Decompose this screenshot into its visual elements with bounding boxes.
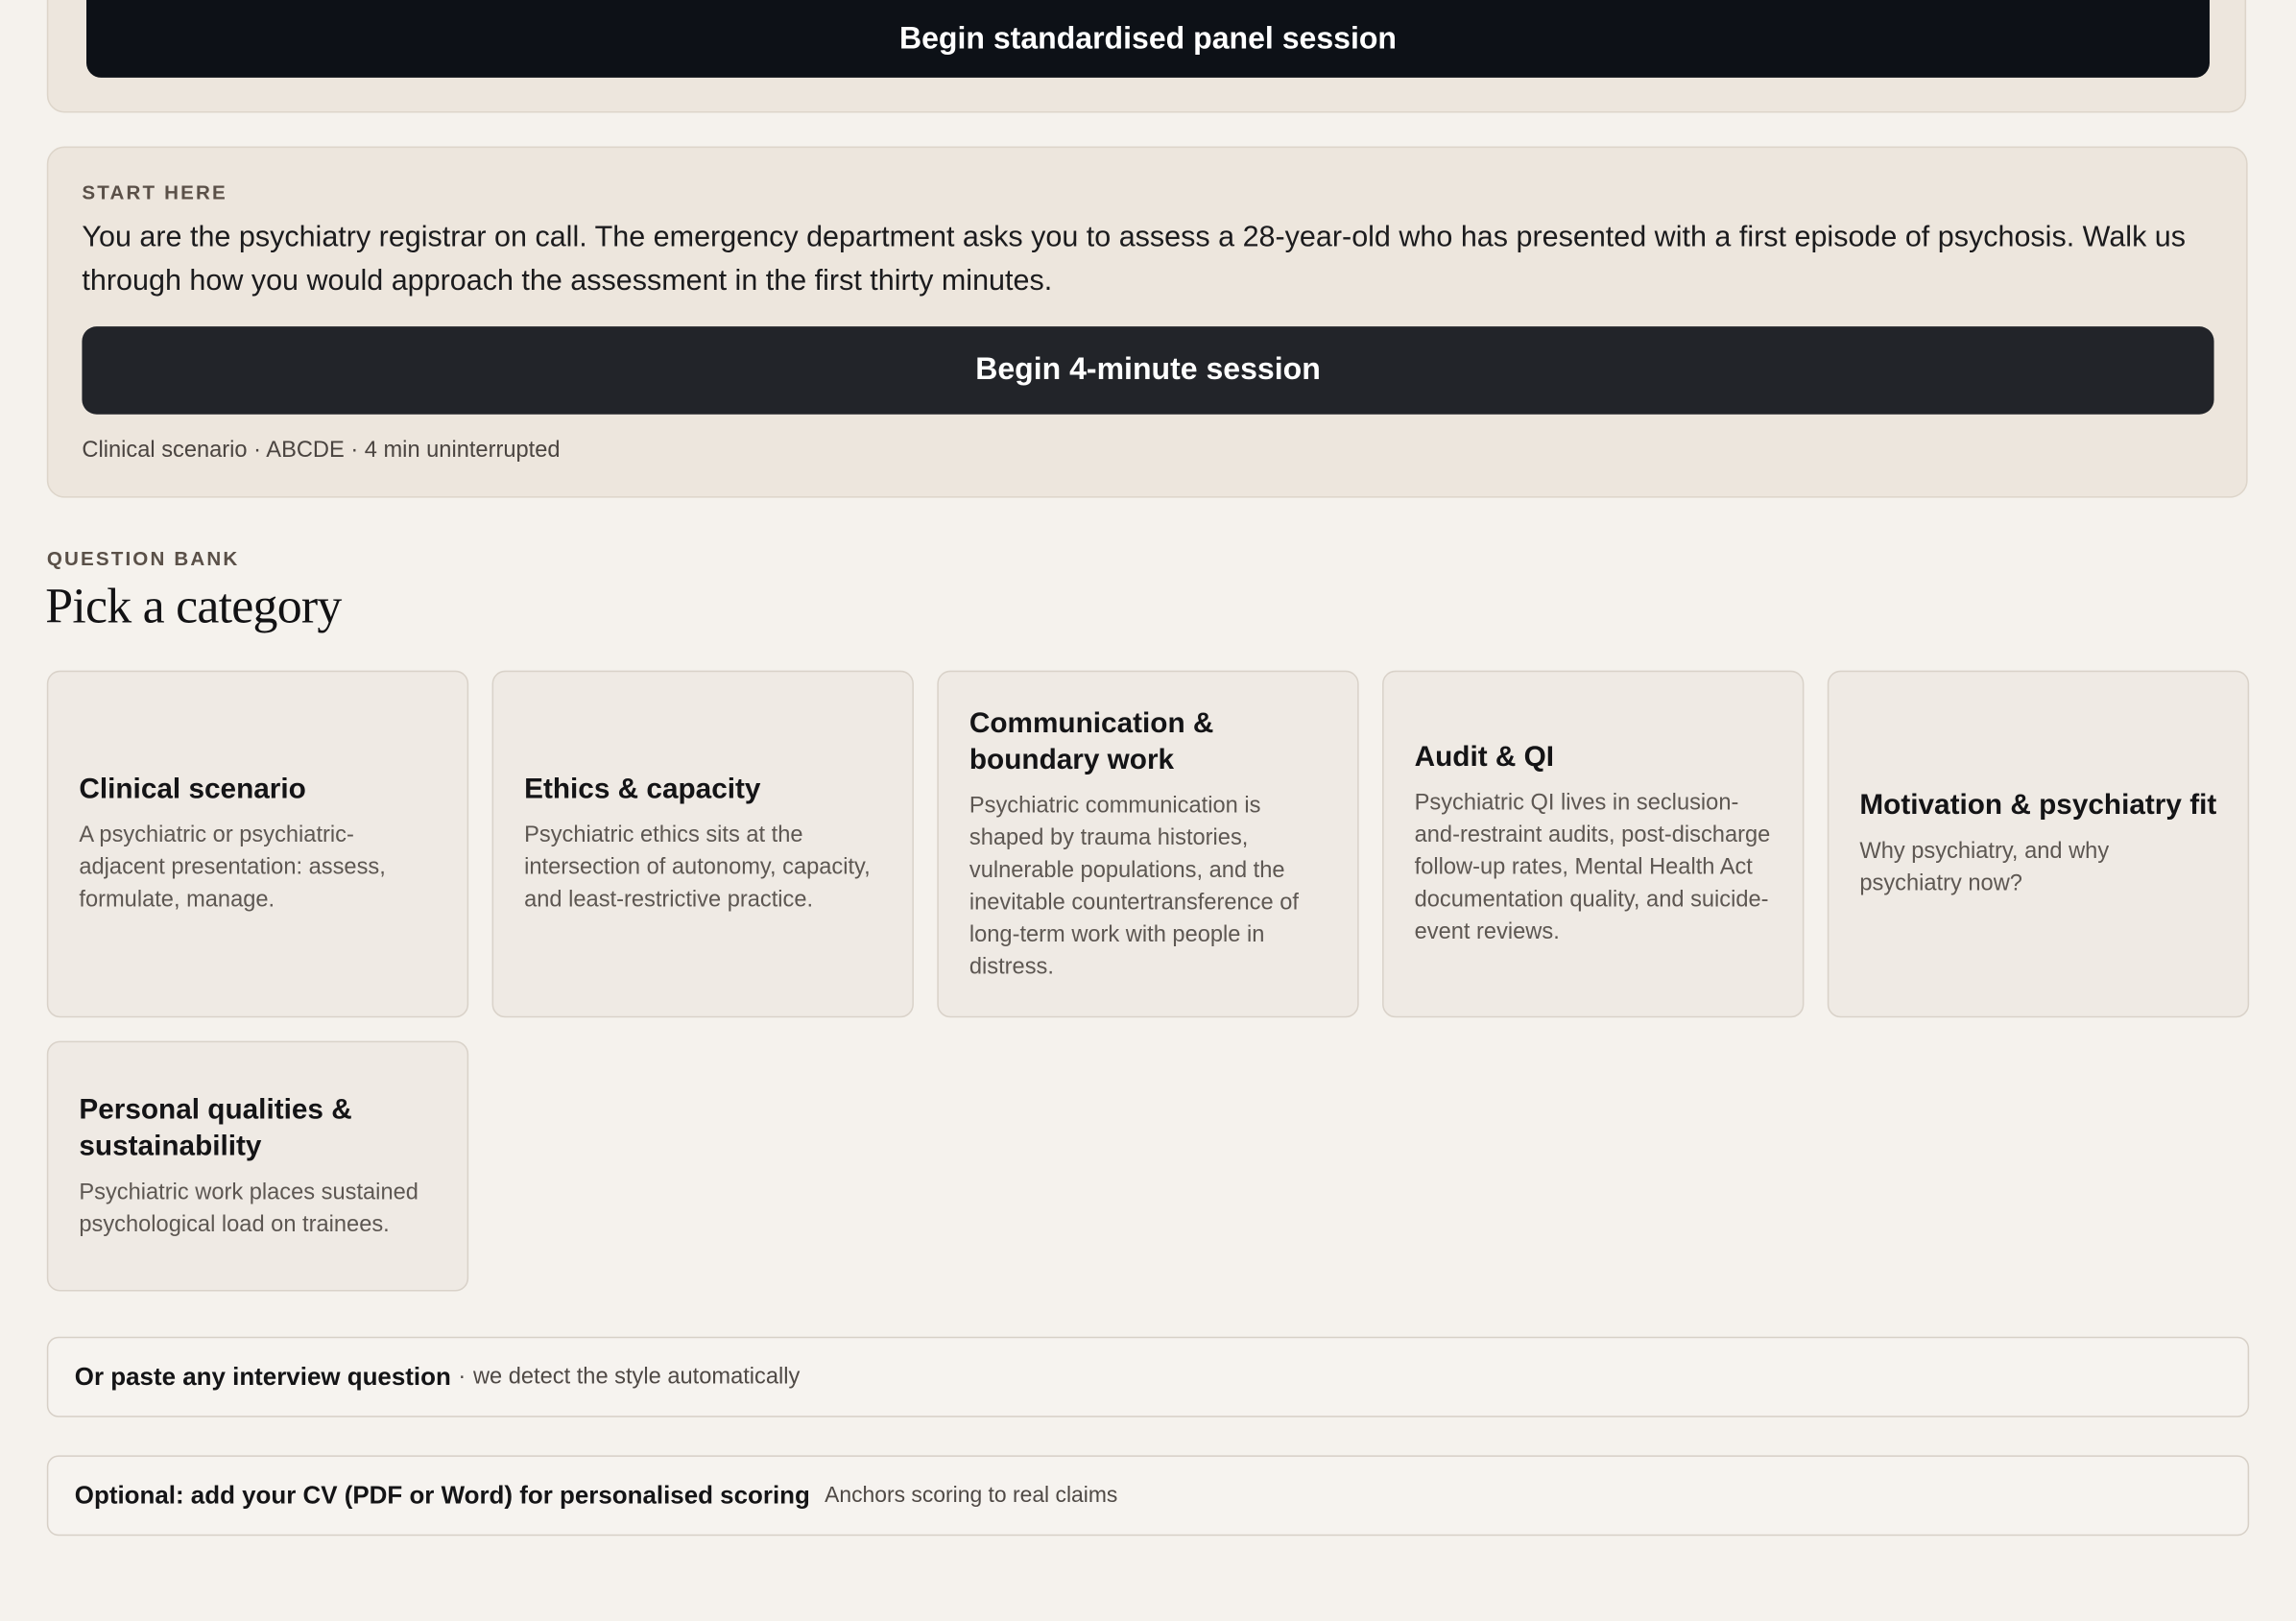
category-card-communication[interactable]: Communication & boundary work Psychiatri…: [937, 670, 1359, 1018]
category-card-ethics-capacity[interactable]: Ethics & capacity Psychiatric ethics sit…: [491, 670, 914, 1018]
category-card-clinical-scenario[interactable]: Clinical scenario A psychiatric or psych…: [46, 670, 469, 1018]
paste-question-hint: we detect the style automatically: [472, 1364, 801, 1389]
category-title: Communication & boundary work: [969, 706, 1214, 775]
category-heading: Pick a category: [45, 580, 342, 634]
cv-upload-hint: Anchors scoring to real claims: [825, 1483, 1118, 1509]
cv-upload-label: Optional: add your CV (PDF or Word) for …: [74, 1481, 810, 1510]
paste-question-label: Or paste any interview question: [74, 1362, 451, 1391]
separator-dot: ·: [458, 1364, 466, 1389]
category-description: A psychiatric or psychiatric-adjacent pr…: [79, 822, 386, 913]
paste-question-row[interactable]: Or paste any interview question · we det…: [46, 1336, 2250, 1418]
cv-upload-row[interactable]: Optional: add your CV (PDF or Word) for …: [46, 1455, 2250, 1537]
category-description: Psychiatric work places sustained psycho…: [79, 1179, 419, 1237]
start-here-label: START HERE: [82, 181, 227, 204]
category-card-personal-qualities[interactable]: Personal qualities & sustainability Psyc…: [46, 1040, 469, 1292]
category-description: Psychiatric QI lives in seclusion-and-re…: [1414, 790, 1771, 944]
session-meta: Clinical scenario · ABCDE · 4 min uninte…: [82, 438, 561, 464]
category-card-audit-qi[interactable]: Audit & QI Psychiatric QI lives in seclu…: [1382, 670, 1805, 1018]
category-description: Psychiatric communication is shaped by t…: [969, 793, 1299, 979]
category-title: Ethics & capacity: [524, 773, 761, 806]
category-title: Motivation & psychiatry fit: [1859, 789, 2217, 822]
scenario-prompt: You are the psychiatry registrar on call…: [82, 221, 2187, 298]
app-viewport: Begin standardised panel session START H…: [0, 0, 2296, 1621]
category-title: Personal qualities & sustainability: [79, 1092, 352, 1162]
category-title: Clinical scenario: [79, 773, 306, 806]
begin-4-minute-session-button[interactable]: Begin 4-minute session: [82, 326, 2214, 415]
category-title: Audit & QI: [1414, 740, 1555, 774]
category-description: Why psychiatry, and why psychiatry now?: [1859, 839, 2110, 896]
category-description: Psychiatric ethics sits at the intersect…: [524, 822, 871, 913]
category-card-motivation[interactable]: Motivation & psychiatry fit Why psychiat…: [1827, 670, 2250, 1018]
question-bank-label: QUESTION BANK: [46, 547, 240, 570]
begin-panel-session-button[interactable]: Begin standardised panel session: [86, 0, 2210, 78]
